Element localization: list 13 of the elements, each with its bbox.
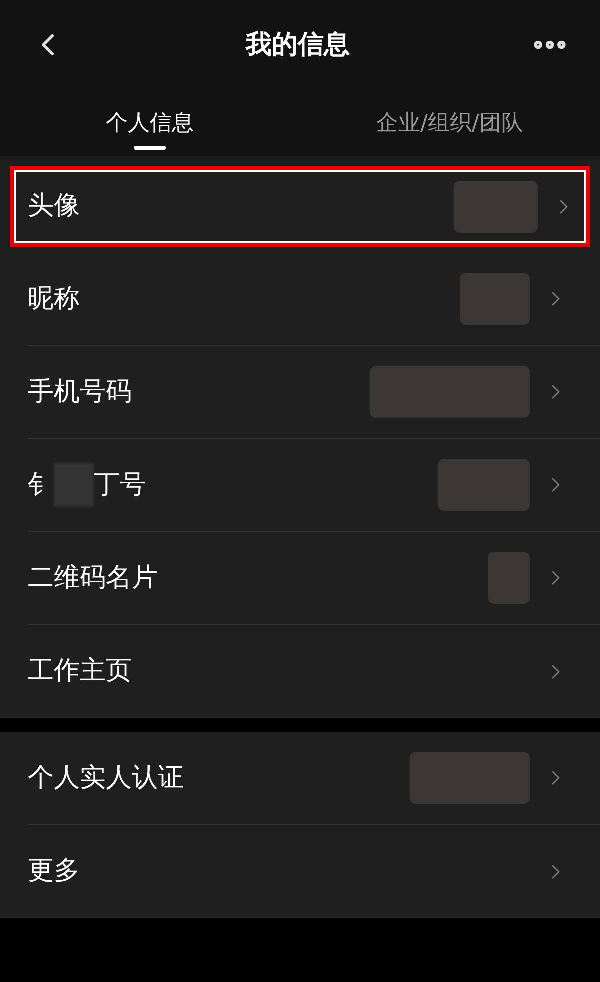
- window-title: 我的信息: [246, 28, 350, 62]
- row-label: 二维码名片: [28, 562, 158, 594]
- tab[interactable]: 个人信息: [0, 90, 300, 156]
- row-label: 更多: [28, 855, 80, 888]
- row-label: 手机号码: [28, 376, 132, 408]
- row-label: 钅: [28, 468, 54, 502]
- row-label: 头像: [28, 190, 80, 223]
- tab[interactable]: 企业/组织/团队: [300, 90, 600, 156]
- row-label: 昵称: [28, 282, 80, 316]
- row-label: 丁号: [94, 468, 146, 502]
- row-label: 工作主页: [28, 655, 132, 688]
- row-label: 个人实人认证: [28, 762, 184, 794]
- list-row[interactable]: 头像: [10, 166, 590, 247]
